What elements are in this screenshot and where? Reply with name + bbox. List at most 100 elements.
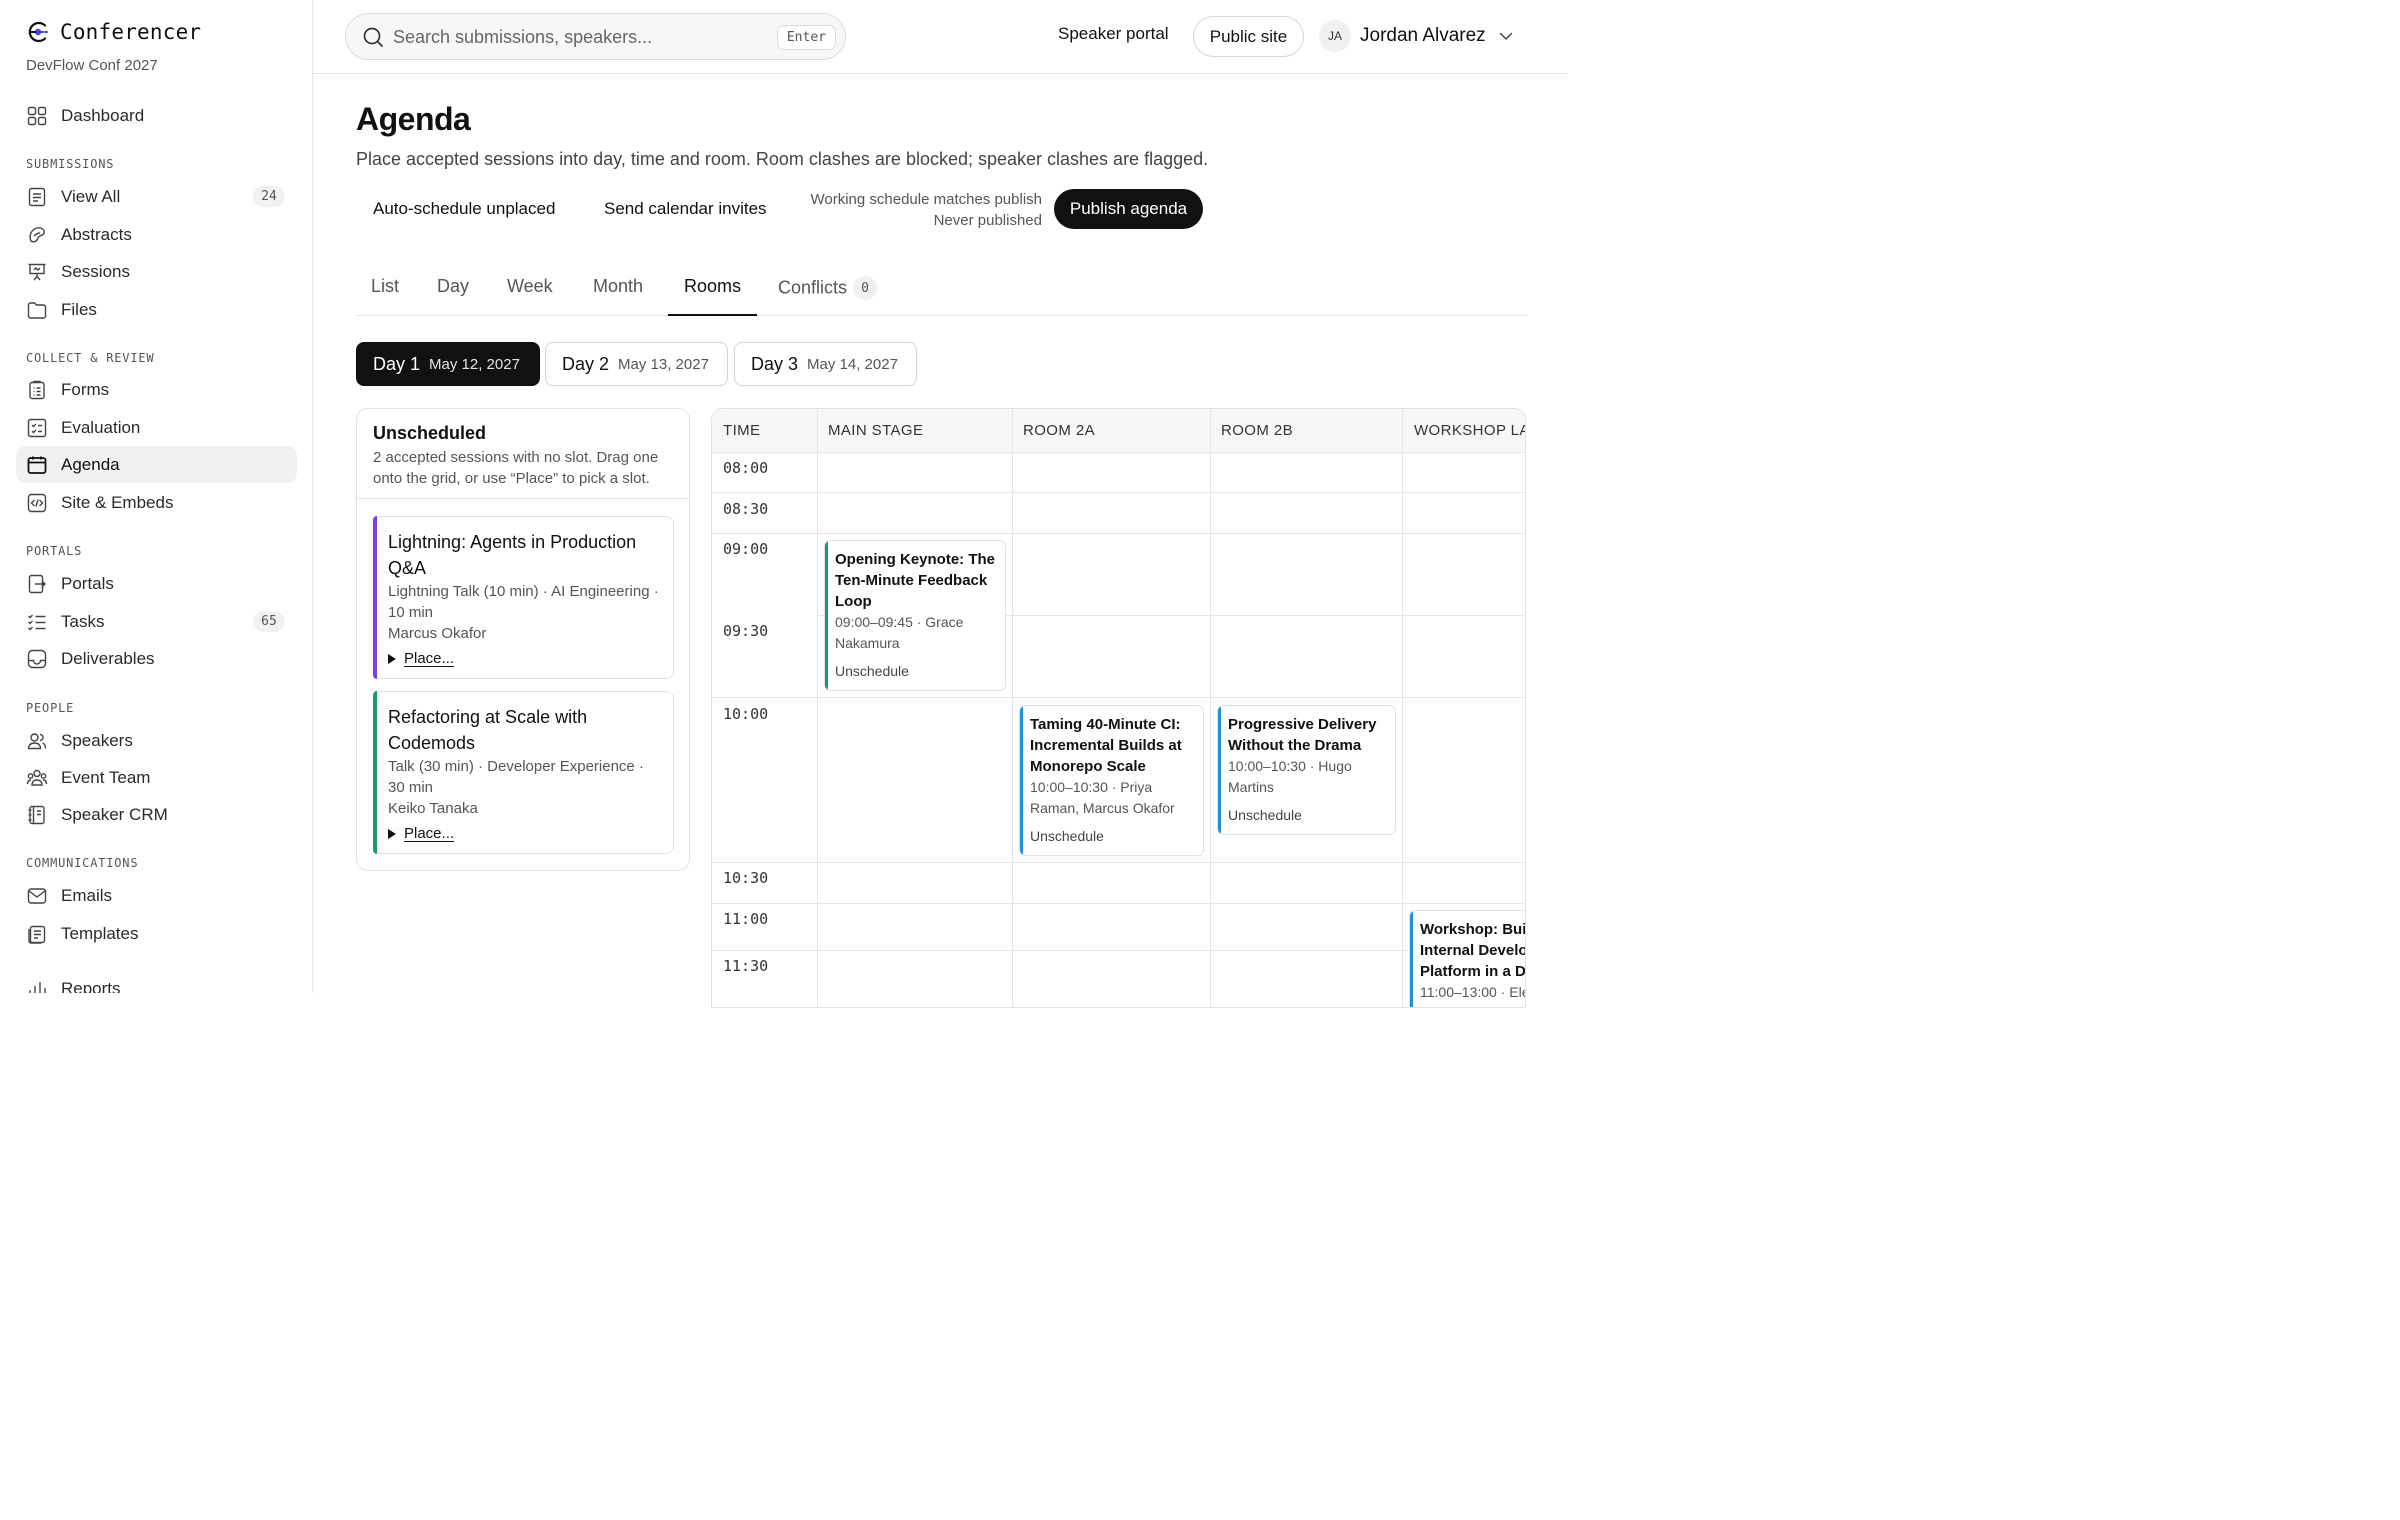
conferencer-logo-icon bbox=[28, 21, 48, 43]
session-speaker: Marcus Okafor bbox=[388, 625, 487, 642]
tab-week[interactable]: Week bbox=[507, 276, 553, 316]
sidebar-item-label: Templates bbox=[61, 923, 139, 943]
users-icon bbox=[26, 730, 48, 752]
public-site-button[interactable]: Public site bbox=[1193, 16, 1304, 57]
grid-divider bbox=[712, 862, 1525, 863]
sidebar-item-tasks[interactable]: Tasks 65 bbox=[16, 603, 297, 640]
checklist-icon bbox=[26, 417, 48, 439]
sidebar-item-abstracts[interactable]: Abstracts bbox=[16, 216, 297, 253]
sidebar-item-speakers[interactable]: Speakers bbox=[16, 722, 297, 759]
code-icon bbox=[26, 492, 48, 514]
room-header: ROOM 2B bbox=[1221, 422, 1293, 439]
sidebar-item-label: Agenda bbox=[61, 454, 120, 474]
room-header: WORKSHOP LAB bbox=[1414, 422, 1525, 439]
speaker-portal-link[interactable]: Speaker portal bbox=[1058, 24, 1169, 44]
enter-key-hint: Enter bbox=[776, 25, 836, 50]
day-label: Day 1 bbox=[373, 353, 421, 374]
auto-schedule-button[interactable]: Auto-schedule unplaced bbox=[373, 199, 555, 219]
room-header: ROOM 2A bbox=[1023, 422, 1095, 439]
sidebar: Conferencer DevFlow Conf 2027 Dashboard … bbox=[0, 0, 313, 993]
place-button[interactable]: Place... bbox=[388, 825, 661, 842]
sidebar-item-forms[interactable]: Forms bbox=[16, 371, 297, 408]
scheduled-session-card[interactable]: Opening Keynote: The Ten-Minute Feedback… bbox=[824, 540, 1006, 691]
day-date: May 14, 2027 bbox=[807, 355, 898, 373]
grid-icon bbox=[26, 105, 48, 127]
tab-rooms[interactable]: Rooms bbox=[668, 276, 757, 316]
conflicts-count-badge: 0 bbox=[853, 276, 878, 300]
session-meta: Lightning Talk (10 min) · AI Engineering… bbox=[388, 583, 659, 621]
grid-divider bbox=[712, 950, 1525, 951]
unschedule-button[interactable]: Unschedule bbox=[835, 663, 997, 679]
time-column-header: TIME bbox=[723, 422, 761, 439]
section-submissions: SUBMISSIONS bbox=[26, 157, 115, 171]
unscheduled-panel: Unscheduled 2 accepted sessions with no … bbox=[356, 408, 690, 871]
avatar: JA bbox=[1319, 20, 1351, 52]
sidebar-item-speaker-crm[interactable]: Speaker CRM bbox=[16, 796, 297, 833]
session-title: Workshop: Build an Internal Developer Pl… bbox=[1420, 921, 1526, 980]
search-bar[interactable]: Enter bbox=[345, 13, 846, 60]
sidebar-item-agenda[interactable]: Agenda bbox=[16, 446, 297, 483]
inbox-icon bbox=[26, 648, 48, 670]
sidebar-item-dashboard[interactable]: Dashboard bbox=[16, 97, 297, 134]
time-label: 11:30 bbox=[723, 957, 769, 975]
grid-divider bbox=[1402, 409, 1403, 1007]
sidebar-item-label: Abstracts bbox=[61, 224, 132, 244]
portal-icon bbox=[26, 573, 48, 595]
sidebar-item-label: Speakers bbox=[61, 730, 133, 750]
sidebar-item-label: Deliverables bbox=[61, 648, 155, 668]
day-date: May 13, 2027 bbox=[618, 355, 709, 373]
day-1-button[interactable]: Day 1 May 12, 2027 bbox=[356, 342, 540, 386]
sidebar-item-view-all[interactable]: View All 24 bbox=[16, 178, 297, 215]
sidebar-item-event-team[interactable]: Event Team bbox=[16, 759, 297, 796]
tab-month[interactable]: Month bbox=[593, 276, 643, 316]
session-title: Refactoring at Scale with Codemods bbox=[388, 707, 588, 753]
send-invites-button[interactable]: Send calendar invites bbox=[604, 199, 767, 219]
tab-day[interactable]: Day bbox=[437, 276, 469, 316]
sidebar-item-emails[interactable]: Emails bbox=[16, 877, 297, 914]
sidebar-item-evaluation[interactable]: Evaluation bbox=[16, 409, 297, 446]
count-badge: 65 bbox=[253, 611, 285, 632]
scheduled-session-card[interactable]: Progressive Delivery Without the Drama 1… bbox=[1217, 705, 1396, 835]
time-label: 08:00 bbox=[723, 459, 769, 477]
unscheduled-session-card[interactable]: Refactoring at Scale with Codemods Talk … bbox=[373, 691, 674, 854]
sidebar-item-deliverables[interactable]: Deliverables bbox=[16, 640, 297, 677]
grid-divider bbox=[712, 903, 1525, 904]
task-list-icon bbox=[26, 611, 48, 633]
section-communications: COMMUNICATIONS bbox=[26, 856, 139, 870]
sidebar-item-templates[interactable]: Templates bbox=[16, 915, 297, 952]
view-tabs: List Day Week Month Rooms Conflicts 0 bbox=[356, 271, 1527, 316]
scheduled-session-card[interactable]: Workshop: Build an Internal Developer Pl… bbox=[1409, 910, 1526, 1007]
grid-header: TIME MAIN STAGE ROOM 2A ROOM 2B WORKSHOP… bbox=[712, 409, 1525, 453]
room-schedule-grid: TIME MAIN STAGE ROOM 2A ROOM 2B WORKSHOP… bbox=[711, 408, 1526, 1008]
sidebar-item-portals[interactable]: Portals bbox=[16, 565, 297, 602]
user-menu[interactable]: JA Jordan Alvarez bbox=[1319, 20, 1514, 52]
sidebar-item-files[interactable]: Files bbox=[16, 291, 297, 328]
document-icon bbox=[26, 186, 48, 208]
sidebar-item-site-embeds[interactable]: Site & Embeds bbox=[16, 484, 297, 521]
unschedule-button[interactable]: Unschedule bbox=[1030, 828, 1195, 844]
publish-agenda-button[interactable]: Publish agenda bbox=[1054, 189, 1203, 229]
app-name: Conferencer bbox=[60, 20, 202, 44]
sidebar-item-label: Reports bbox=[61, 978, 121, 994]
unscheduled-description: 2 accepted sessions with no slot. Drag o… bbox=[373, 449, 659, 487]
time-label: 09:00 bbox=[723, 540, 769, 558]
place-button[interactable]: Place... bbox=[388, 650, 661, 667]
presentation-icon bbox=[26, 261, 48, 283]
sidebar-item-reports[interactable]: Reports bbox=[16, 970, 297, 993]
place-label: Place... bbox=[404, 825, 455, 842]
clipboard-list-icon bbox=[26, 379, 48, 401]
search-input[interactable] bbox=[393, 24, 773, 50]
scheduled-session-card[interactable]: Taming 40-Minute CI: Incremental Builds … bbox=[1019, 705, 1204, 856]
unscheduled-session-card[interactable]: Lightning: Agents in Production Q&A Ligh… bbox=[373, 516, 674, 679]
day-2-button[interactable]: Day 2 May 13, 2027 bbox=[545, 342, 728, 386]
brand[interactable]: Conferencer bbox=[26, 20, 201, 44]
unschedule-button[interactable]: Unschedule bbox=[1228, 807, 1387, 823]
sidebar-item-label: Speaker CRM bbox=[61, 804, 168, 824]
user-name: Jordan Alvarez bbox=[1360, 25, 1486, 46]
day-3-button[interactable]: Day 3 May 14, 2027 bbox=[734, 342, 917, 386]
sidebar-item-label: Evaluation bbox=[61, 417, 141, 437]
tab-conflicts[interactable]: Conflicts 0 bbox=[778, 276, 878, 316]
sidebar-item-sessions[interactable]: Sessions bbox=[16, 253, 297, 290]
tab-list[interactable]: List bbox=[371, 276, 399, 316]
disclosure-triangle-icon bbox=[388, 828, 396, 839]
